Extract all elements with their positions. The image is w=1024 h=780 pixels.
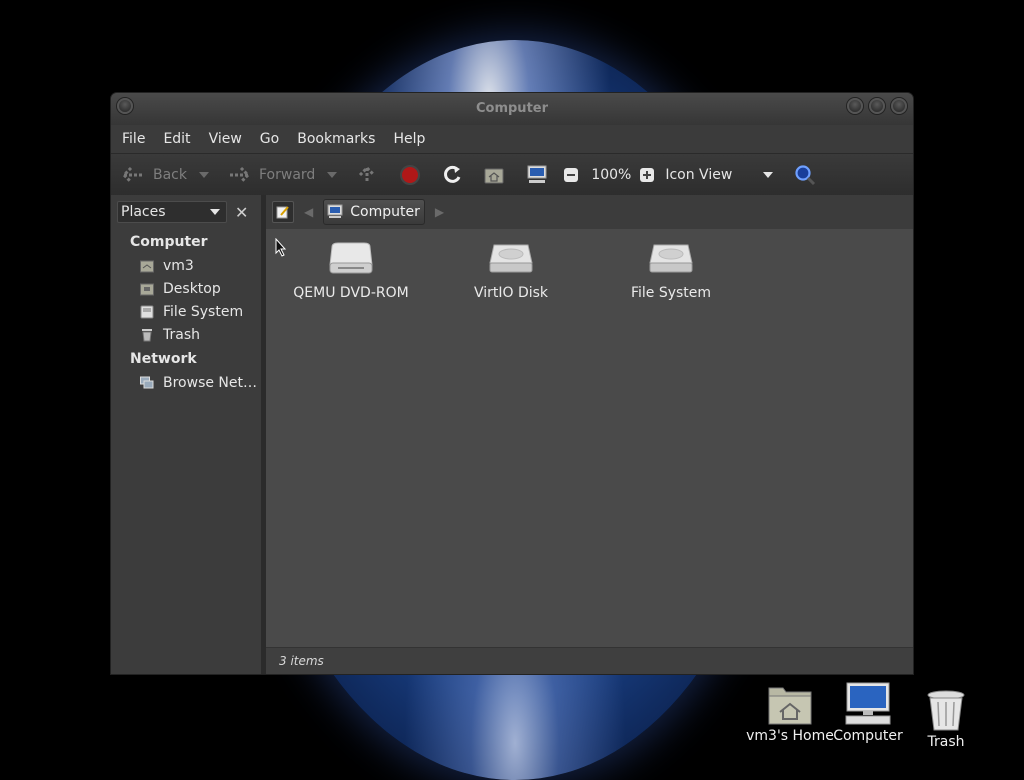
file-item-label: VirtIO Disk [473, 285, 549, 301]
zoom-out-button[interactable] [563, 167, 579, 183]
hard-disk-icon [649, 244, 693, 273]
optical-drive-icon [329, 242, 373, 274]
trash-icon [142, 328, 152, 341]
status-bar: 3 items [266, 647, 913, 674]
close-button[interactable] [891, 98, 907, 114]
sidebar-item-label: File System [163, 303, 244, 320]
network-icon [140, 376, 154, 388]
up-arrow-icon [359, 165, 376, 183]
computer-button[interactable] [525, 164, 549, 186]
stop-button[interactable] [399, 164, 421, 186]
view-mode-dropdown-icon [763, 172, 774, 178]
forward-arrow-icon [230, 166, 251, 184]
sidebar-item-label: Trash [163, 326, 200, 343]
view-mode-label: Icon View [665, 167, 733, 183]
trash-icon [927, 690, 965, 731]
hard-disk-icon [489, 244, 533, 273]
window-menu-icon[interactable] [117, 98, 133, 114]
file-item-file-system[interactable]: File System [591, 241, 751, 301]
desktop-icon-home[interactable]: vm3's Home [745, 684, 835, 744]
file-item-label: File System [630, 285, 712, 301]
sidebar-item-vm3[interactable]: vm3 [111, 254, 261, 277]
zoom-out-icon [564, 168, 579, 182]
sidebar-section-computer: Computer [130, 234, 208, 250]
back-label: Back [153, 167, 187, 183]
stop-icon [400, 165, 421, 185]
forward-label: Forward [259, 167, 316, 183]
zoom-in-button[interactable] [639, 167, 655, 183]
toggle-location-entry-button[interactable] [272, 201, 294, 223]
path-right-arrow-icon[interactable]: ▶ [435, 205, 444, 219]
menu-bar: File Edit View Go Bookmarks Help [111, 125, 913, 153]
close-sidebar-icon[interactable]: ✕ [235, 203, 248, 222]
sidebar-type-select[interactable]: Places [117, 201, 227, 223]
back-arrow-icon [121, 166, 142, 184]
filesystem-icon [140, 305, 154, 318]
sidebar-item-file-system[interactable]: File System [111, 300, 261, 323]
window-title: Computer [475, 101, 549, 116]
forward-button[interactable]: Forward [227, 165, 338, 185]
file-item-label: QEMU DVD-ROM [293, 285, 409, 301]
breadcrumb-label: Computer [350, 204, 420, 220]
status-item-count: 3 items [279, 654, 324, 668]
back-button[interactable]: Back [121, 165, 209, 185]
desktop-icon-computer[interactable]: Computer [823, 682, 913, 744]
desktop-folder-icon [140, 283, 154, 295]
file-manager-window: Computer File Edit View Go Bookmarks Hel… [111, 93, 913, 674]
sidebar-type-label: Places [121, 204, 166, 220]
desktop-icon-label: vm3's Home [746, 728, 834, 744]
menu-help[interactable]: Help [384, 125, 434, 153]
view-mode-select[interactable]: Icon View [665, 167, 774, 183]
search-icon [795, 165, 816, 186]
title-bar[interactable]: Computer [111, 93, 913, 125]
reload-button[interactable] [441, 164, 463, 186]
minimize-button[interactable] [847, 98, 863, 114]
sidebar-item-label: Desktop [163, 280, 221, 297]
computer-icon [845, 682, 891, 725]
chevron-down-icon [210, 209, 220, 215]
menu-file[interactable]: File [113, 125, 154, 153]
sidebar: Places ✕ Computer vm3 Desktop File Syste… [111, 195, 266, 674]
sidebar-item-label: vm3 [163, 257, 194, 274]
file-item-virtio-disk[interactable]: VirtIO Disk [431, 241, 591, 301]
sidebar-item-browse-network[interactable]: Browse Net… [111, 371, 261, 394]
up-button[interactable] [357, 165, 377, 185]
desktop-icon-trash[interactable]: Trash [901, 690, 991, 750]
location-bar: ◀ Computer ▶ [266, 195, 913, 229]
path-left-arrow-icon[interactable]: ◀ [304, 205, 313, 219]
home-folder-icon [768, 687, 812, 725]
file-item-qemu-dvd-rom[interactable]: QEMU DVD-ROM [271, 241, 431, 301]
sidebar-item-label: Browse Net… [163, 374, 258, 391]
edit-icon [276, 206, 289, 219]
menu-go[interactable]: Go [251, 125, 288, 153]
sidebar-section-network: Network [130, 351, 197, 367]
computer-icon [327, 204, 343, 218]
mouse-pointer-icon [275, 238, 287, 257]
computer-icon [527, 165, 547, 183]
menu-edit[interactable]: Edit [154, 125, 199, 153]
desktop-icon-label: Computer [833, 728, 903, 744]
back-history-dropdown-icon[interactable] [199, 172, 209, 178]
home-folder-icon [140, 260, 154, 272]
home-button[interactable] [483, 165, 505, 185]
toolbar: Back Forward 100% Icon View [111, 153, 913, 197]
breadcrumb-computer[interactable]: Computer [323, 199, 425, 225]
search-button[interactable] [793, 163, 817, 187]
zoom-level-label: 100% [591, 167, 632, 183]
forward-history-dropdown-icon[interactable] [327, 172, 338, 178]
file-view: ◀ Computer ▶ QEMU DVD-ROM VirtIO Disk Fi… [266, 195, 913, 674]
content-area: Places ✕ Computer vm3 Desktop File Syste… [111, 195, 913, 674]
home-folder-icon [484, 168, 504, 184]
sidebar-item-desktop[interactable]: Desktop [111, 277, 261, 300]
menu-view[interactable]: View [200, 125, 251, 153]
reload-icon [444, 165, 461, 183]
maximize-button[interactable] [869, 98, 885, 114]
menu-bookmarks[interactable]: Bookmarks [288, 125, 384, 153]
sidebar-item-trash[interactable]: Trash [111, 323, 261, 346]
zoom-in-icon [640, 168, 655, 182]
desktop-icon-label: Trash [927, 734, 965, 750]
